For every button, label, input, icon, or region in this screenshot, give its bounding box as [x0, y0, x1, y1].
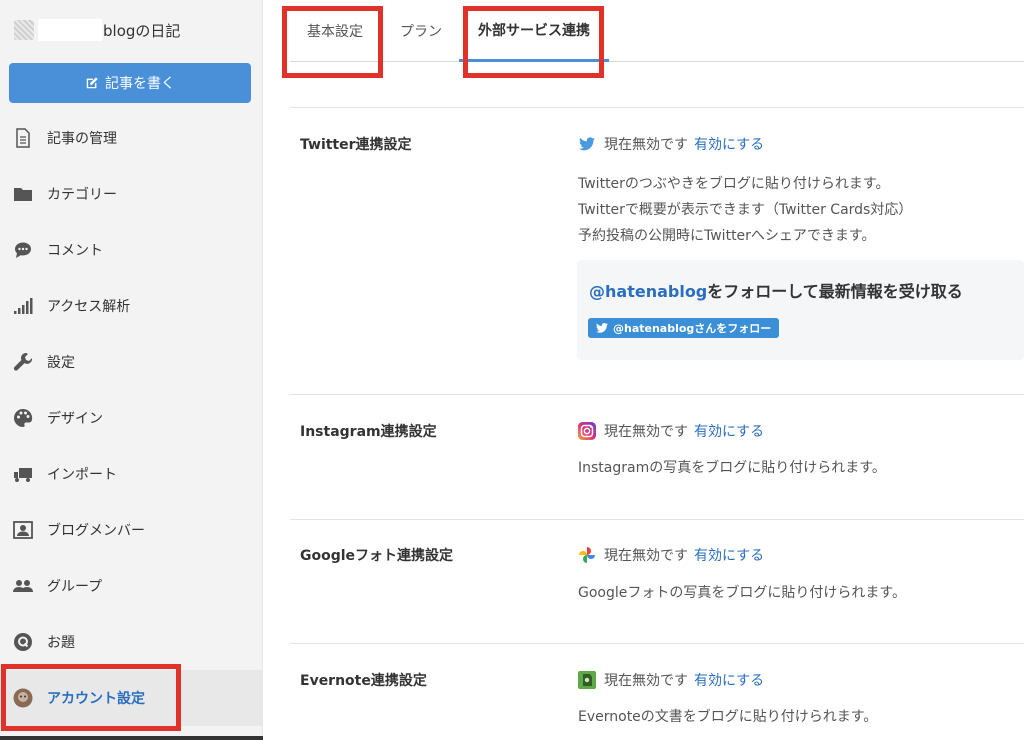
wrench-icon [12, 351, 34, 373]
evernote-icon [578, 671, 596, 689]
edit-icon [86, 77, 98, 89]
tab-plan[interactable]: プラン [386, 0, 456, 62]
sidebar-item-analytics[interactable]: アクセス解析 [0, 278, 262, 334]
twitter-section-title: Twitter連携設定 [300, 137, 412, 153]
evernote-status: 現在無効です 有効にする [578, 670, 764, 690]
sidebar-bottom-edge [0, 736, 263, 740]
folder-icon [12, 183, 34, 205]
divider [290, 394, 1024, 395]
signal-bars-icon [12, 295, 34, 317]
divider [290, 643, 1024, 644]
tab-label: プラン [400, 24, 442, 40]
blog-title: blogの日記 [103, 21, 181, 40]
sidebar-item-group[interactable]: グループ [0, 558, 262, 614]
sidebar-item-settings[interactable]: 設定 [0, 334, 262, 390]
follow-button-label: @hatenablogさんをフォロー [613, 322, 772, 335]
avatar-icon [12, 687, 34, 709]
description-line: 予約投稿の公開時にTwitterへシェアできます。 [578, 228, 876, 244]
sidebar-item-articles[interactable]: 記事の管理 [0, 110, 262, 166]
description-line: Twitterのつぶやきをブログに貼り付けられます。 [578, 176, 890, 192]
tab-external-services[interactable]: 外部サービス連携 [459, 0, 609, 62]
sidebar-item-label: ブログメンバー [47, 523, 145, 539]
sidebar-item-account-settings[interactable]: アカウント設定 [0, 670, 262, 726]
blog-name-redaction [38, 19, 102, 41]
follow-handle[interactable]: @hatenablog [589, 282, 707, 301]
twitter-status: 現在無効です 有効にする [578, 134, 764, 154]
evernote-section-title: Evernote連携設定 [300, 673, 427, 689]
truck-icon [12, 463, 34, 485]
sidebar-item-topics[interactable]: お題 [0, 614, 262, 670]
document-icon [12, 127, 34, 149]
google-photos-enable-link[interactable]: 有効にする [694, 545, 764, 565]
sidebar-item-label: デザイン [47, 411, 103, 427]
tab-basic-settings[interactable]: 基本設定 [290, 0, 380, 62]
status-text: 現在無効です [604, 424, 688, 440]
divider [290, 519, 1024, 520]
group-icon [12, 575, 34, 597]
sidebar-item-comment[interactable]: コメント [0, 222, 262, 278]
sidebar-item-label: 記事の管理 [47, 131, 117, 147]
tab-label: 基本設定 [307, 24, 363, 40]
status-text: 現在無効です [604, 548, 688, 564]
settings-tabs: 基本設定 プラン 外部サービス連携 [290, 0, 1024, 62]
google-photos-status: 現在無効です 有効にする [578, 545, 764, 565]
sidebar-item-label: カテゴリー [47, 187, 117, 203]
twitter-icon [578, 135, 596, 153]
sidebar-item-design[interactable]: デザイン [0, 390, 262, 446]
instagram-description: Instagramの写真をブログに貼り付けられます。 [578, 460, 886, 476]
instagram-section-title: Instagram連携設定 [300, 424, 437, 440]
tab-label: 外部サービス連携 [478, 22, 590, 39]
blog-header[interactable]: blogの日記 [14, 18, 180, 42]
evernote-description: Evernoteの文書をブログに貼り付けられます。 [578, 709, 878, 725]
member-card-icon [12, 519, 34, 541]
description-line: Twitterで概要が表示できます（Twitter Cards対応） [578, 202, 913, 218]
follow-message: をフォローして最新情報を受け取る [707, 282, 963, 301]
sidebar: blogの日記 記事を書く 記事の管理 カテゴリー コメント アクセス解析 設定… [0, 0, 263, 740]
write-article-label: 記事を書く [105, 76, 175, 92]
write-article-button[interactable]: 記事を書く [9, 63, 251, 103]
sidebar-item-members[interactable]: ブログメンバー [0, 502, 262, 558]
follow-hatenablog-box: @hatenablogをフォローして最新情報を受け取る @hatenablogさ… [577, 260, 1024, 360]
divider [290, 107, 1024, 108]
palette-icon [12, 407, 34, 429]
blog-thumbnail-icon [14, 20, 34, 40]
twitter-enable-link[interactable]: 有効にする [694, 134, 764, 154]
sidebar-item-label: お題 [47, 635, 75, 651]
q-badge-icon [12, 631, 34, 653]
sidebar-item-import[interactable]: インポート [0, 446, 262, 502]
google-photos-section-title: Googleフォト連携設定 [300, 548, 454, 564]
sidebar-item-category[interactable]: カテゴリー [0, 166, 262, 222]
sidebar-item-label: アクセス解析 [47, 299, 131, 315]
comment-icon [12, 239, 34, 261]
sidebar-item-label: コメント [47, 243, 103, 259]
google-photos-description: Googleフォトの写真をブログに貼り付けられます。 [578, 585, 906, 601]
instagram-icon [578, 422, 596, 440]
evernote-enable-link[interactable]: 有効にする [694, 670, 764, 690]
instagram-enable-link[interactable]: 有効にする [694, 421, 764, 441]
sidebar-item-label: アカウント設定 [47, 691, 145, 707]
status-text: 現在無効です [604, 137, 688, 153]
twitter-follow-button[interactable]: @hatenablogさんをフォロー [588, 318, 780, 338]
sidebar-item-label: インポート [47, 467, 117, 483]
twitter-description: Twitterのつぶやきをブログに貼り付けられます。 Twitterで概要が表示… [578, 171, 912, 249]
google-photos-icon [578, 546, 596, 564]
sidebar-item-label: 設定 [47, 355, 75, 371]
status-text: 現在無効です [604, 673, 688, 689]
twitter-bird-icon [596, 322, 608, 333]
sidebar-item-label: グループ [47, 579, 103, 595]
follow-promo-text: @hatenablogをフォローして最新情報を受け取る [589, 278, 963, 302]
instagram-status: 現在無効です 有効にする [578, 421, 764, 441]
